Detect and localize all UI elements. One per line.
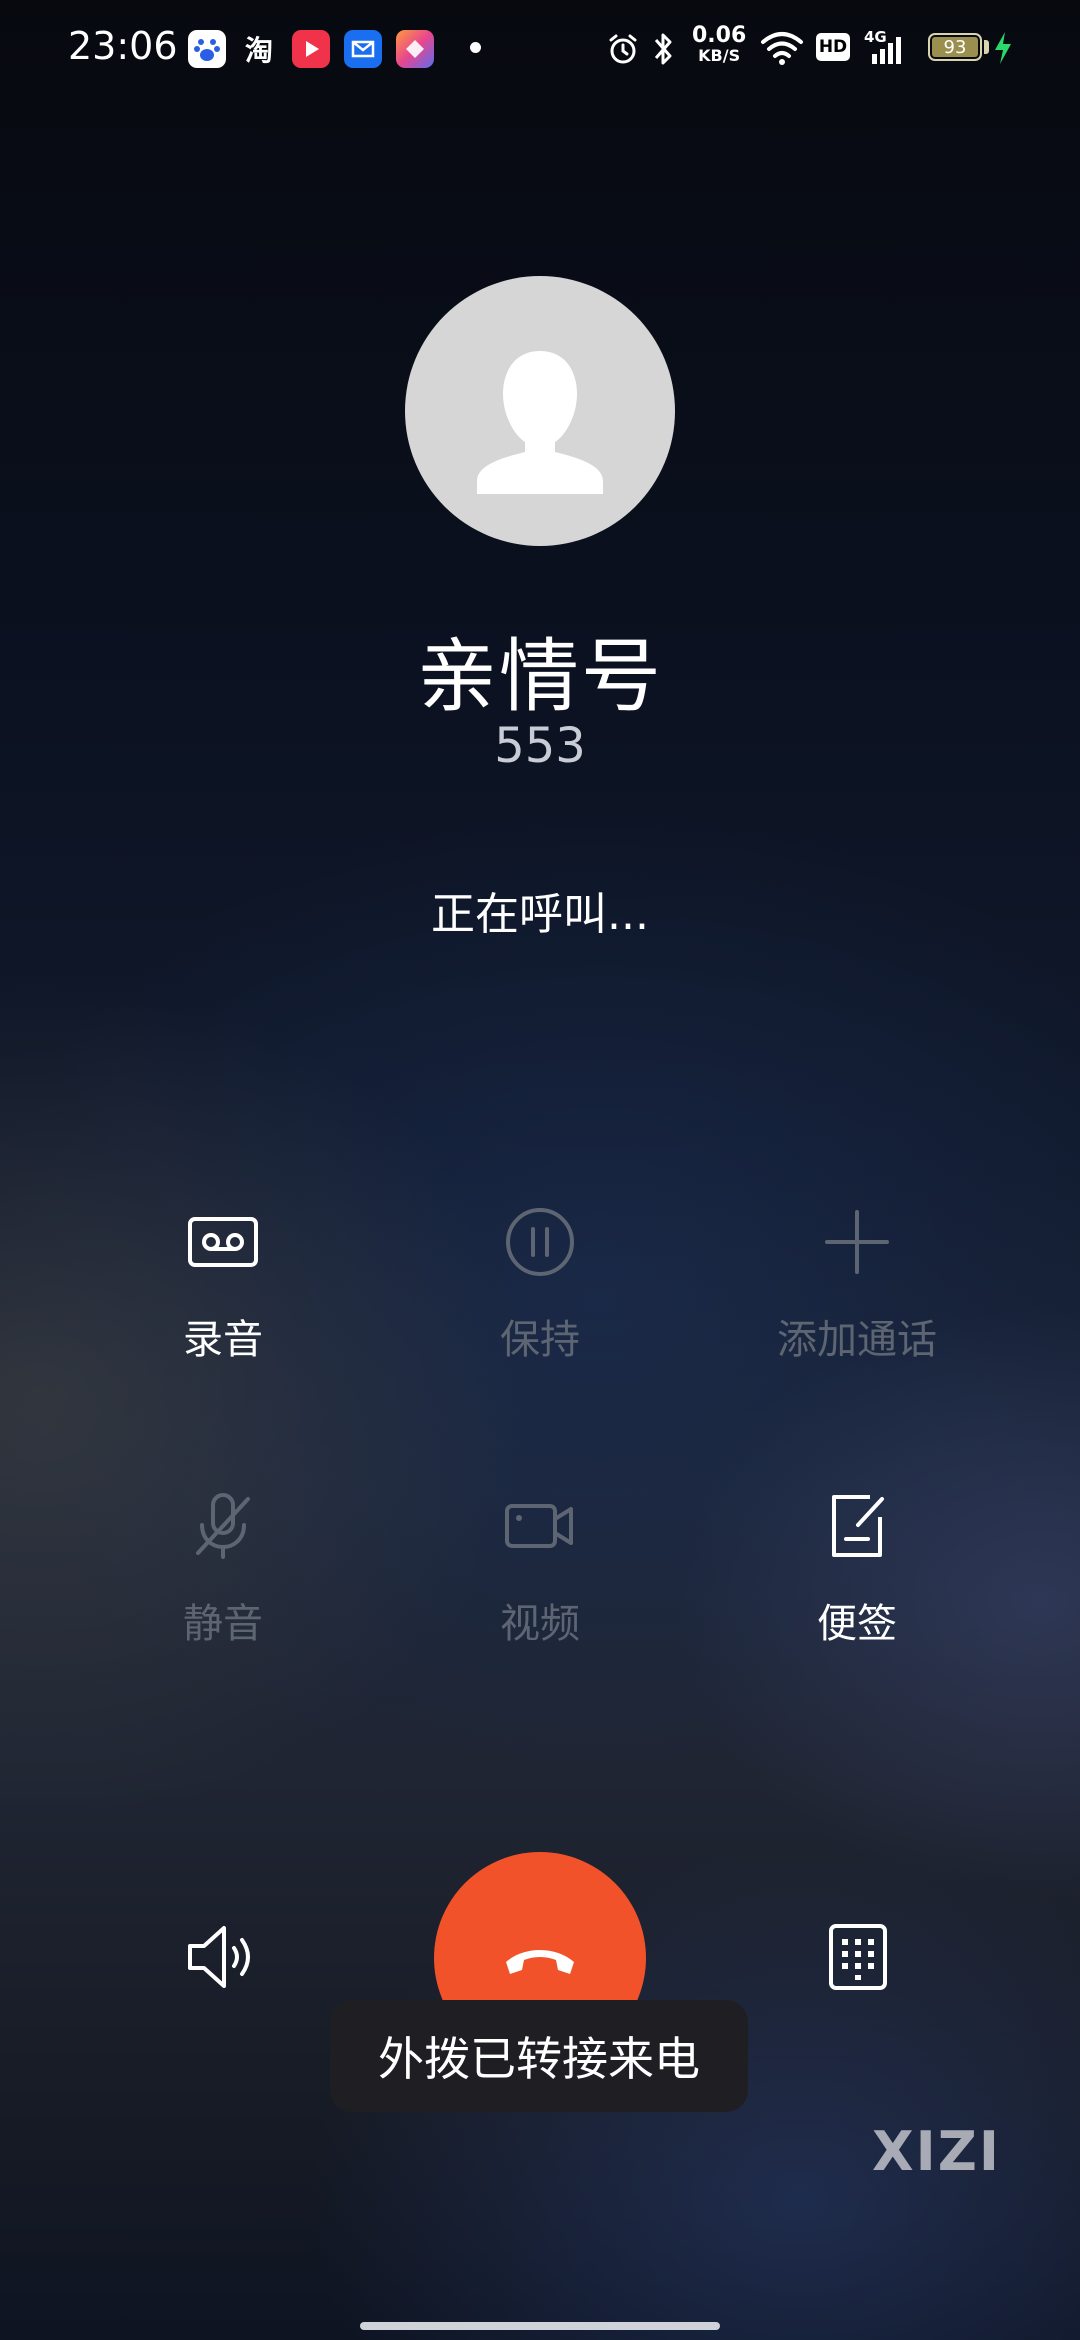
toast-message: 外拨已转接来电	[330, 2000, 748, 2112]
mail-app-icon	[344, 30, 382, 68]
network-speed: 0.06 KB/S	[692, 23, 747, 66]
caller-number: 553	[494, 718, 586, 774]
keypad-icon[interactable]	[813, 1912, 903, 2002]
call-status: 正在呼叫...	[431, 889, 649, 940]
notification-dot	[470, 42, 481, 53]
notes-label: 便签	[817, 1601, 897, 1647]
speaker-icon[interactable]	[178, 1912, 268, 2002]
home-indicator[interactable]	[360, 2322, 720, 2330]
mute-button[interactable]: 静音	[73, 1481, 373, 1701]
record-label: 录音	[183, 1317, 263, 1363]
battery-tip	[984, 40, 989, 54]
hold-button[interactable]: 保持	[390, 1197, 690, 1417]
note-edit-icon	[832, 1495, 884, 1557]
signal-icon	[872, 37, 901, 64]
video-app-icon	[292, 30, 330, 68]
bluetooth-icon	[654, 33, 672, 65]
battery-level: 93	[943, 36, 967, 58]
status-time: 23:06	[68, 24, 178, 68]
watermark: XIZI	[872, 2120, 1001, 2183]
contact-avatar	[405, 276, 675, 546]
video-button[interactable]: 视频	[390, 1481, 690, 1701]
person-icon	[477, 351, 603, 494]
record-icon	[188, 1217, 258, 1267]
notes-button[interactable]: 便签	[707, 1481, 1007, 1701]
shortcut-app-icon	[396, 30, 434, 68]
hold-label: 保持	[500, 1317, 580, 1363]
add-call-label: 添加通话	[777, 1317, 937, 1363]
pause-icon	[506, 1208, 574, 1276]
status-bar: 23:06 淘 0.06 KB/S HD 4G 93	[0, 0, 1080, 100]
plus-icon	[825, 1210, 889, 1274]
video-camera-icon	[505, 1504, 573, 1548]
caller-name: 亲情号	[417, 630, 663, 723]
microphone-icon	[196, 1493, 250, 1559]
charging-icon	[995, 32, 1011, 64]
taobao-app-icon: 淘	[244, 34, 273, 67]
mute-label: 静音	[183, 1601, 263, 1647]
alarm-icon	[609, 34, 637, 64]
add-call-button[interactable]: 添加通话	[707, 1197, 1007, 1417]
hd-badge: HD	[816, 33, 850, 61]
video-label: 视频	[500, 1601, 580, 1647]
record-button[interactable]: 录音	[73, 1197, 373, 1417]
battery-icon: 93	[928, 33, 982, 61]
baidu-app-icon	[188, 30, 226, 68]
wifi-icon	[761, 32, 803, 65]
